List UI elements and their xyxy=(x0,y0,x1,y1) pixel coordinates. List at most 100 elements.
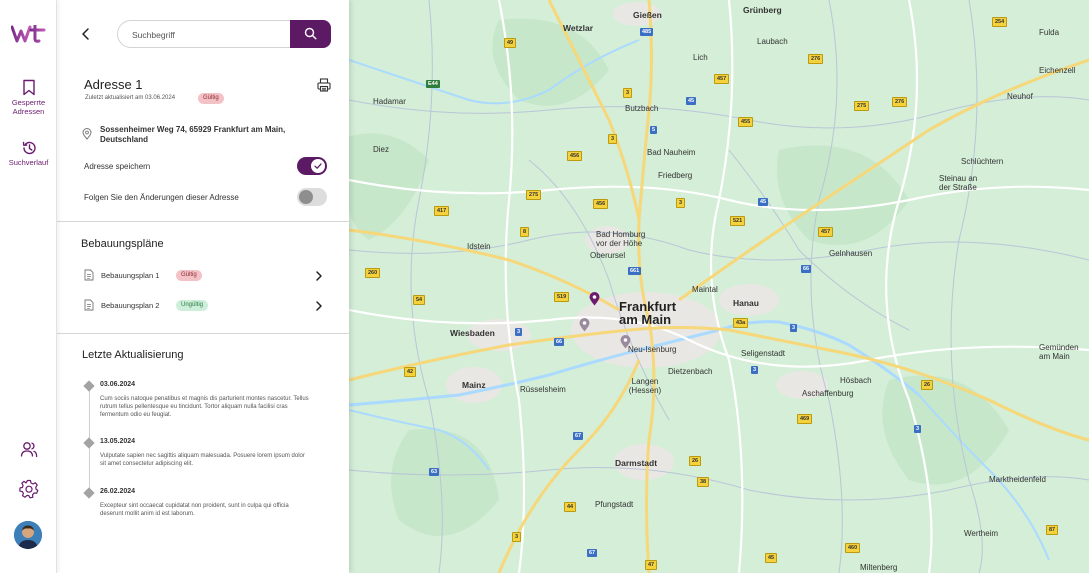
road-shield: 45 xyxy=(686,97,697,105)
road-shield: 521 xyxy=(730,216,746,226)
map-city-label: Gemünden am Main xyxy=(1039,343,1079,361)
settings-nav[interactable] xyxy=(0,479,57,499)
road-shield: 87 xyxy=(1046,525,1059,535)
road-shield: 3 xyxy=(676,198,686,208)
toggle-knob xyxy=(299,190,313,204)
plan-name: Bebauungsplan 1 xyxy=(101,271,160,280)
road-shield: 457 xyxy=(714,74,730,84)
road-shield: 49 xyxy=(504,38,517,48)
road-shield: 3 xyxy=(790,324,798,332)
user-avatar[interactable] xyxy=(14,521,42,549)
timeline-date: 26.02.2024 xyxy=(100,488,136,495)
road-shield: 44 xyxy=(564,502,577,512)
map-city-label: Wetzlar xyxy=(563,23,594,33)
road-shield: 45 xyxy=(765,553,778,563)
map-city-label: Hadamar xyxy=(373,97,406,106)
map-marker-selected[interactable] xyxy=(589,292,600,306)
road-shield: 519 xyxy=(554,292,570,302)
map-city-label: Lich xyxy=(693,53,708,62)
map-city-label-frankfurt: Frankfurt am Main xyxy=(619,299,677,327)
address-title: Adresse 1 xyxy=(84,77,143,92)
road-shield: 67 xyxy=(573,432,584,440)
road-shield: 456 xyxy=(567,151,583,161)
map-city-label: Laubach xyxy=(757,37,788,46)
last-updated-text: Zuletzt aktualisiert am 03.06.2024 xyxy=(85,95,176,101)
print-button[interactable] xyxy=(317,78,331,97)
map-city-label: Steinau an der Straße xyxy=(939,174,978,192)
map-city-label: Langen (Hessen) xyxy=(628,377,662,395)
address-panel: Adresse 1 Zuletzt aktualisiert am 03.06.… xyxy=(57,0,349,573)
search-history-nav[interactable]: Suchverlauf xyxy=(0,140,57,168)
map-city-label: Darmstadt xyxy=(615,458,658,468)
map-city-label: Hanau xyxy=(733,298,759,308)
map-marker[interactable] xyxy=(579,318,590,332)
map-city-label: Pfungstadt xyxy=(595,500,634,509)
road-shield: 67 xyxy=(587,549,598,557)
map-city-label: Wiesbaden xyxy=(450,328,495,338)
follow-changes-label: Folgen Sie den Änderungen dieser Adresse xyxy=(84,193,239,202)
map-city-label: Aschaffenburg xyxy=(802,389,854,398)
map-city-label: Maintal xyxy=(692,285,718,294)
road-shield: 275 xyxy=(526,190,542,200)
plan-row-1[interactable]: Bebauungsplan 1 Gültig xyxy=(81,267,331,285)
map-view[interactable]: Gießen Grünberg Wetzlar Laubach Fulda Li… xyxy=(349,0,1089,573)
road-shield: 66 xyxy=(554,338,565,346)
timeline-text: Vulputate sapien nec sagittis aliquam ma… xyxy=(100,453,305,468)
address-text: Sossenheimer Weg 74, 65929 Frankfurt am … xyxy=(100,125,286,144)
timeline-marker xyxy=(83,380,95,392)
document-icon xyxy=(84,299,94,311)
road-shield: 276 xyxy=(808,54,824,64)
plan-name: Bebauungsplan 2 xyxy=(101,301,160,310)
map-city-label: Eichenzell xyxy=(1039,66,1076,75)
back-button[interactable] xyxy=(79,26,93,42)
map-marker[interactable] xyxy=(620,335,631,349)
search-input[interactable] xyxy=(132,27,282,43)
road-shield: 3 xyxy=(751,366,759,374)
timeline-marker xyxy=(83,437,95,449)
road-shield: 457 xyxy=(818,227,834,237)
wt-logo[interactable] xyxy=(10,23,47,43)
save-address-toggle[interactable] xyxy=(297,157,327,175)
road-shield: 26 xyxy=(921,380,934,390)
map-city-label: Neu-Isenburg xyxy=(628,345,677,354)
timeline-date: 03.06.2024 xyxy=(100,381,136,388)
road-shield: 47 xyxy=(645,560,658,570)
road-shield: 3 xyxy=(623,88,633,98)
road-shield: 275 xyxy=(854,101,870,111)
map-city-label: Neuhof xyxy=(1007,92,1033,101)
toggle-knob xyxy=(311,159,325,173)
users-nav[interactable] xyxy=(0,441,57,458)
map-city-label: Butzbach xyxy=(625,104,659,113)
saved-addresses-nav[interactable]: Gesperrte Adressen xyxy=(0,79,57,116)
road-shield: 38 xyxy=(697,477,710,487)
road-shield: 54 xyxy=(413,295,426,305)
check-icon xyxy=(314,163,322,169)
plan-row-2[interactable]: Bebauungsplan 2 Ungültig xyxy=(81,297,331,315)
road-shield: 460 xyxy=(845,543,861,553)
map-city-label: Dietzenbach xyxy=(668,367,713,376)
road-shield: 8 xyxy=(520,227,530,237)
follow-changes-toggle[interactable] xyxy=(297,188,327,206)
saved-addresses-label: Gesperrte Adressen xyxy=(11,98,46,116)
search-button[interactable] xyxy=(290,20,331,48)
plan-status-badge: Ungültig xyxy=(176,300,209,311)
road-shield: 3 xyxy=(914,425,922,433)
road-shield: 276 xyxy=(892,97,908,107)
road-shield: 456 xyxy=(593,199,609,209)
road-shield: 5 xyxy=(650,126,658,134)
users-icon xyxy=(20,442,37,458)
map-city-label: Miltenberg xyxy=(860,563,898,572)
map-city-label: Seligenstadt xyxy=(741,349,786,358)
map-city-label: Fulda xyxy=(1039,28,1060,37)
updates-title: Letzte Aktualisierung xyxy=(82,349,184,361)
road-shield: 3 xyxy=(515,328,523,336)
divider xyxy=(57,221,349,222)
road-shield: 66 xyxy=(801,265,812,273)
road-shield: 254 xyxy=(992,17,1008,27)
map-city-label: Rüsselsheim xyxy=(520,385,566,394)
map-city-label: Schlüchtern xyxy=(961,157,1004,166)
road-shield: 469 xyxy=(797,414,813,424)
map-city-label: Bad Nauheim xyxy=(647,148,696,157)
map-city-label: Wertheim xyxy=(964,529,999,538)
map-city-label: Bad Homburg vor der Höhe xyxy=(596,230,646,248)
